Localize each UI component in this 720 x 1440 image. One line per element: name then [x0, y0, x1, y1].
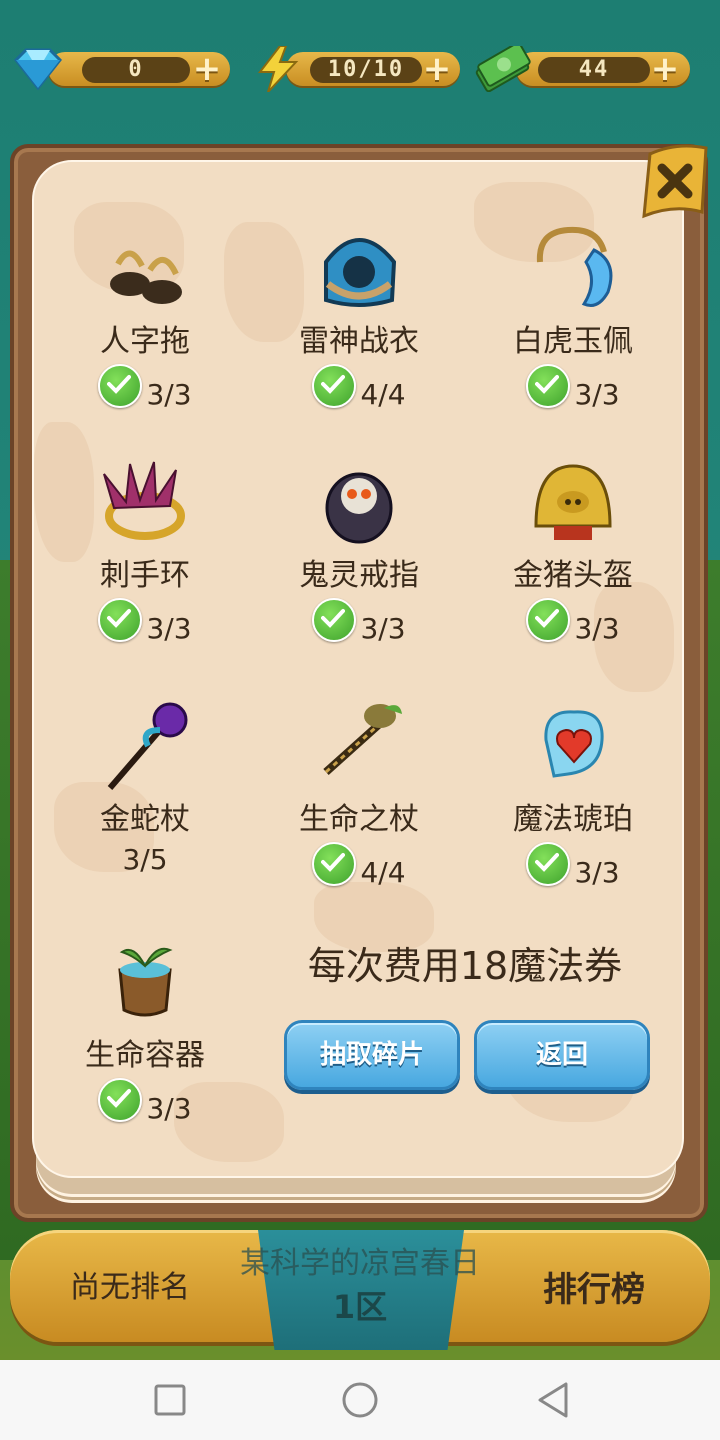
life-staff-icon	[323, 704, 402, 775]
item-name: 魔法琥珀	[513, 802, 633, 837]
cost-text: 每次费用18魔法券	[307, 944, 623, 988]
close-icon	[642, 144, 708, 219]
item-count: 3/3	[574, 378, 620, 411]
server-zone: 1区	[332, 1288, 388, 1326]
spiked-bracelet-icon	[103, 461, 185, 540]
item-card[interactable]: 鬼灵戒指 3/3	[244, 456, 474, 647]
item-count: 3/3	[360, 612, 406, 645]
checkmark-icon	[98, 598, 143, 642]
cash-icon	[475, 46, 531, 92]
item-card[interactable]: 生命之杖 4/4	[244, 700, 474, 891]
armor-icon	[324, 238, 397, 307]
back-button[interactable]: 返回	[474, 1020, 650, 1090]
item-name: 生命容器	[85, 1038, 205, 1073]
item-card[interactable]: 金蛇杖 3/5	[30, 700, 260, 878]
jade-pendant-icon	[536, 226, 613, 307]
item-name: 人字拖	[100, 324, 190, 359]
item-progress: 3/3	[244, 598, 474, 647]
item-count: 3/3	[574, 612, 620, 645]
item-card[interactable]: 人字拖 3/3	[30, 222, 260, 413]
system-nav-bar	[0, 1360, 720, 1440]
player-name: 某科学的凉宫春日	[240, 1246, 480, 1281]
item-progress: 3/3	[30, 364, 260, 413]
checkmark-icon	[312, 364, 357, 408]
checkmark-icon	[526, 598, 571, 642]
sprout-pot-icon	[118, 947, 173, 1017]
item-name: 金猪头盔	[513, 558, 633, 593]
item-progress: 3/3	[458, 842, 688, 891]
item-card[interactable]: 魔法琥珀 3/3	[458, 700, 688, 891]
heart-amber-icon	[544, 710, 604, 778]
item-progress: 3/3	[458, 598, 688, 647]
item-name: 鬼灵戒指	[299, 558, 419, 593]
add-diamonds-button[interactable]: +	[192, 52, 222, 86]
checkmark-icon	[526, 364, 571, 408]
item-card[interactable]: 刺手环 3/3	[30, 456, 260, 647]
item-card[interactable]: 白虎玉佩 3/3	[458, 222, 688, 413]
close-button[interactable]	[640, 142, 712, 226]
item-card[interactable]: 生命容器 3/3	[30, 936, 260, 1127]
item-count: 3/3	[146, 612, 192, 645]
diamond-icon	[13, 48, 63, 91]
back-nav-icon[interactable]	[534, 1380, 574, 1420]
item-card[interactable]: 雷神战衣 4/4	[244, 222, 474, 413]
checkmark-icon	[312, 598, 357, 642]
sandals-icon	[110, 250, 182, 304]
checkmark-icon	[526, 842, 571, 886]
item-progress: 4/4	[244, 842, 474, 891]
item-name: 雷神战衣	[299, 324, 419, 359]
item-count: 4/4	[360, 856, 406, 889]
item-count: 4/4	[360, 378, 406, 411]
item-name: 金蛇杖	[100, 802, 190, 837]
home-icon[interactable]	[340, 1380, 380, 1420]
draw-fragment-button[interactable]: 抽取碎片	[284, 1020, 460, 1090]
energy-counter: 10/10 +	[256, 46, 460, 92]
checkmark-icon	[98, 364, 143, 408]
pig-helmet-icon	[534, 464, 612, 540]
item-progress: 3/3	[30, 598, 260, 647]
leaderboard-button[interactable]: 排行榜	[504, 1262, 684, 1311]
skull-ring-icon	[325, 472, 393, 544]
item-progress: 4/4	[244, 364, 474, 413]
item-progress: 3/3	[30, 1078, 260, 1127]
checkmark-icon	[98, 1078, 143, 1122]
item-name: 生命之杖	[299, 802, 419, 837]
item-progress: 3/5	[30, 842, 260, 878]
item-count: 3/3	[146, 1092, 192, 1125]
add-energy-button[interactable]: +	[422, 52, 452, 86]
energy-value: 10/10	[310, 57, 422, 83]
cash-value: 44	[538, 57, 650, 83]
item-progress: 3/3	[458, 364, 688, 413]
item-name: 白虎玉佩	[513, 324, 633, 359]
add-cash-button[interactable]: +	[650, 52, 680, 86]
snake-staff-icon	[107, 702, 188, 790]
lightning-icon	[257, 46, 299, 92]
checkmark-icon	[312, 842, 357, 886]
rank-status: 尚无排名	[70, 1270, 190, 1305]
diamond-value: 0	[82, 57, 190, 83]
cash-counter: 44 +	[472, 46, 690, 92]
item-count: 3/3	[146, 378, 192, 411]
item-count: 3/3	[574, 856, 620, 889]
item-name: 刺手环	[100, 558, 190, 593]
recent-apps-icon[interactable]	[150, 1380, 190, 1420]
item-card[interactable]: 金猪头盔 3/3	[458, 456, 688, 647]
item-count: 3/5	[122, 843, 168, 876]
diamond-counter: 0 +	[8, 46, 230, 92]
